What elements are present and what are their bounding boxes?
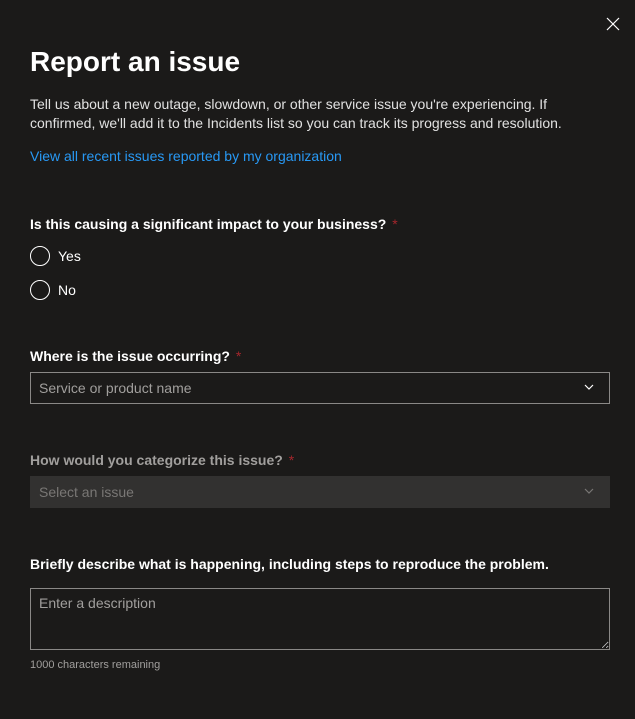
close-button[interactable] <box>603 15 623 35</box>
impact-no-label: No <box>58 282 76 298</box>
intro-text: Tell us about a new outage, slowdown, or… <box>30 95 590 134</box>
required-mark: * <box>236 348 241 364</box>
location-label-text: Where is the issue occurring? <box>30 348 230 364</box>
impact-radio-no[interactable]: No <box>30 280 605 300</box>
required-mark: * <box>289 452 294 468</box>
category-select-placeholder: Select an issue <box>39 484 134 500</box>
impact-label-text: Is this causing a significant impact to … <box>30 216 386 232</box>
required-mark: * <box>392 216 397 232</box>
page-title: Report an issue <box>30 45 605 79</box>
report-issue-panel: Report an issue Tell us about a new outa… <box>0 0 635 691</box>
location-group: Where is the issue occurring? * Service … <box>30 348 605 404</box>
description-textarea[interactable] <box>30 588 610 650</box>
impact-group: Is this causing a significant impact to … <box>30 216 605 300</box>
category-group: How would you categorize this issue? * S… <box>30 452 605 508</box>
impact-yes-label: Yes <box>58 248 81 264</box>
location-select-placeholder: Service or product name <box>39 380 192 396</box>
category-select: Select an issue <box>30 476 610 508</box>
radio-icon <box>30 246 50 266</box>
view-recent-issues-link[interactable]: View all recent issues reported by my or… <box>30 148 342 164</box>
location-label: Where is the issue occurring? * <box>30 348 605 364</box>
description-group: Briefly describe what is happening, incl… <box>30 556 605 671</box>
impact-radio-yes[interactable]: Yes <box>30 246 605 266</box>
location-select[interactable]: Service or product name <box>30 372 610 404</box>
category-select-wrap: Select an issue <box>30 476 605 508</box>
category-label-text: How would you categorize this issue? <box>30 452 283 468</box>
impact-radio-group: Yes No <box>30 246 605 300</box>
close-icon <box>606 17 620 34</box>
char-count: 1000 characters remaining <box>30 659 605 671</box>
description-label: Briefly describe what is happening, incl… <box>30 556 605 572</box>
impact-label: Is this causing a significant impact to … <box>30 216 605 232</box>
category-label: How would you categorize this issue? * <box>30 452 605 468</box>
location-select-wrap: Service or product name <box>30 372 605 404</box>
radio-icon <box>30 280 50 300</box>
